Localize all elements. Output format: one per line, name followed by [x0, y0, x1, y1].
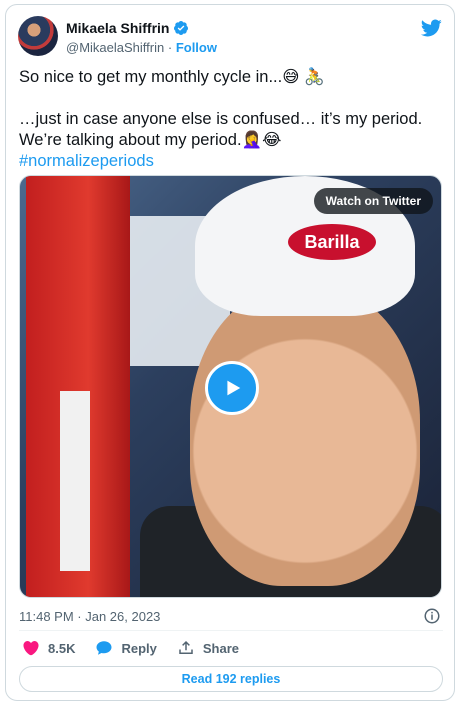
- info-icon[interactable]: [423, 607, 441, 625]
- like-button[interactable]: 8.5K: [22, 639, 75, 657]
- author-handle[interactable]: @MikaelaShiffrin: [66, 40, 164, 55]
- share-label: Share: [202, 640, 240, 656]
- action-bar: 8.5K Reply Share: [22, 639, 239, 657]
- read-replies-button[interactable]: Read 192 replies: [19, 666, 443, 692]
- play-icon: [227, 380, 241, 396]
- tweet-line-2: …just in case anyone else is confused… i…: [19, 110, 423, 128]
- timestamp[interactable]: 11:48 PM · Jan 26, 2023: [19, 609, 160, 624]
- tweet-card: Mikaela Shiffrin @MikaelaShiffrin · Foll…: [5, 4, 455, 701]
- separator: ·: [167, 40, 173, 55]
- handle-row: @MikaelaShiffrin · Follow: [66, 39, 217, 57]
- reply-button[interactable]: Reply: [95, 639, 157, 657]
- tweet-line-3: We’re talking about my period.🤦‍♀️😂: [19, 131, 282, 149]
- name-row: Mikaela Shiffrin: [66, 19, 217, 37]
- hat-logo: Barilla: [288, 224, 376, 260]
- author-block: Mikaela Shiffrin @MikaelaShiffrin · Foll…: [66, 19, 217, 57]
- face-image: [190, 286, 420, 586]
- tweet-line-1: So nice to get my monthly cycle in...😅 🚴: [19, 68, 325, 86]
- play-button[interactable]: [205, 361, 259, 415]
- share-icon: [179, 640, 193, 654]
- like-count: 8.5K: [48, 640, 76, 656]
- author-name[interactable]: Mikaela Shiffrin: [66, 19, 169, 37]
- heart-icon: [23, 641, 39, 656]
- video-player[interactable]: Barilla Watch on Twitter: [19, 175, 442, 598]
- watch-on-twitter-button[interactable]: Watch on Twitter: [313, 188, 433, 214]
- tweet-text: So nice to get my monthly cycle in...😅 🚴…: [19, 67, 439, 172]
- reply-icon: [96, 641, 112, 655]
- twitter-bird-icon[interactable]: [420, 17, 442, 39]
- divider: [19, 630, 443, 631]
- share-button[interactable]: Share: [177, 639, 239, 657]
- reply-label: Reply: [121, 640, 157, 656]
- ski-stripe: [60, 391, 90, 571]
- verified-badge-icon: [174, 21, 189, 35]
- timestamp-row: 11:48 PM · Jan 26, 2023: [19, 607, 441, 625]
- avatar[interactable]: [18, 16, 58, 56]
- follow-button[interactable]: Follow: [176, 40, 217, 55]
- hashtag-link[interactable]: #normalizeperiods: [19, 151, 439, 172]
